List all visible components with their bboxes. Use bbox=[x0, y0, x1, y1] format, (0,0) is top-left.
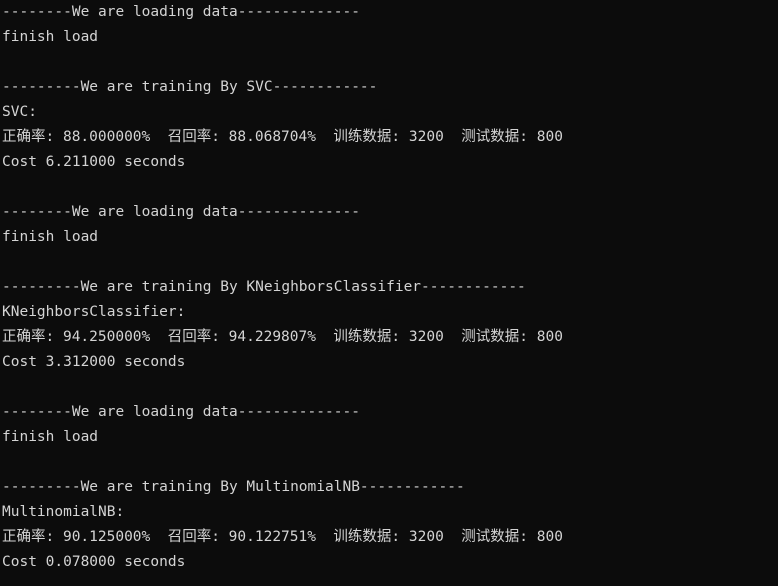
console-line: 正确率: 90.125000% 召回率: 90.122751% 训练数据: 32… bbox=[2, 529, 563, 545]
console-line: MultinomialNB: bbox=[2, 504, 125, 520]
console-line: Cost 3.312000 seconds bbox=[2, 354, 186, 370]
console-line: 正确率: 88.000000% 召回率: 88.068704% 训练数据: 32… bbox=[2, 129, 563, 145]
console-window[interactable]: --------We are loading data-------------… bbox=[0, 0, 778, 586]
console-line: Cost 0.078000 seconds bbox=[2, 554, 186, 570]
console-line: Cost 6.211000 seconds bbox=[2, 154, 186, 170]
console-line: ---------We are training By SVC---------… bbox=[2, 79, 378, 95]
console-line: ---------We are training By MultinomialN… bbox=[2, 479, 465, 495]
console-line: KNeighborsClassifier: bbox=[2, 304, 186, 320]
console-line: --------We are loading data-------------… bbox=[2, 404, 360, 420]
console-line: finish load bbox=[2, 229, 99, 245]
console-line: --------We are loading data-------------… bbox=[2, 204, 360, 220]
console-line: 正确率: 94.250000% 召回率: 94.229807% 训练数据: 32… bbox=[2, 329, 563, 345]
console-line: --------We are loading data-------------… bbox=[2, 4, 360, 20]
console-line: finish load bbox=[2, 29, 99, 45]
console-line: ---------We are training By KNeighborsCl… bbox=[2, 279, 526, 295]
console-line: finish load bbox=[2, 429, 99, 445]
console-line: SVC: bbox=[2, 104, 37, 120]
